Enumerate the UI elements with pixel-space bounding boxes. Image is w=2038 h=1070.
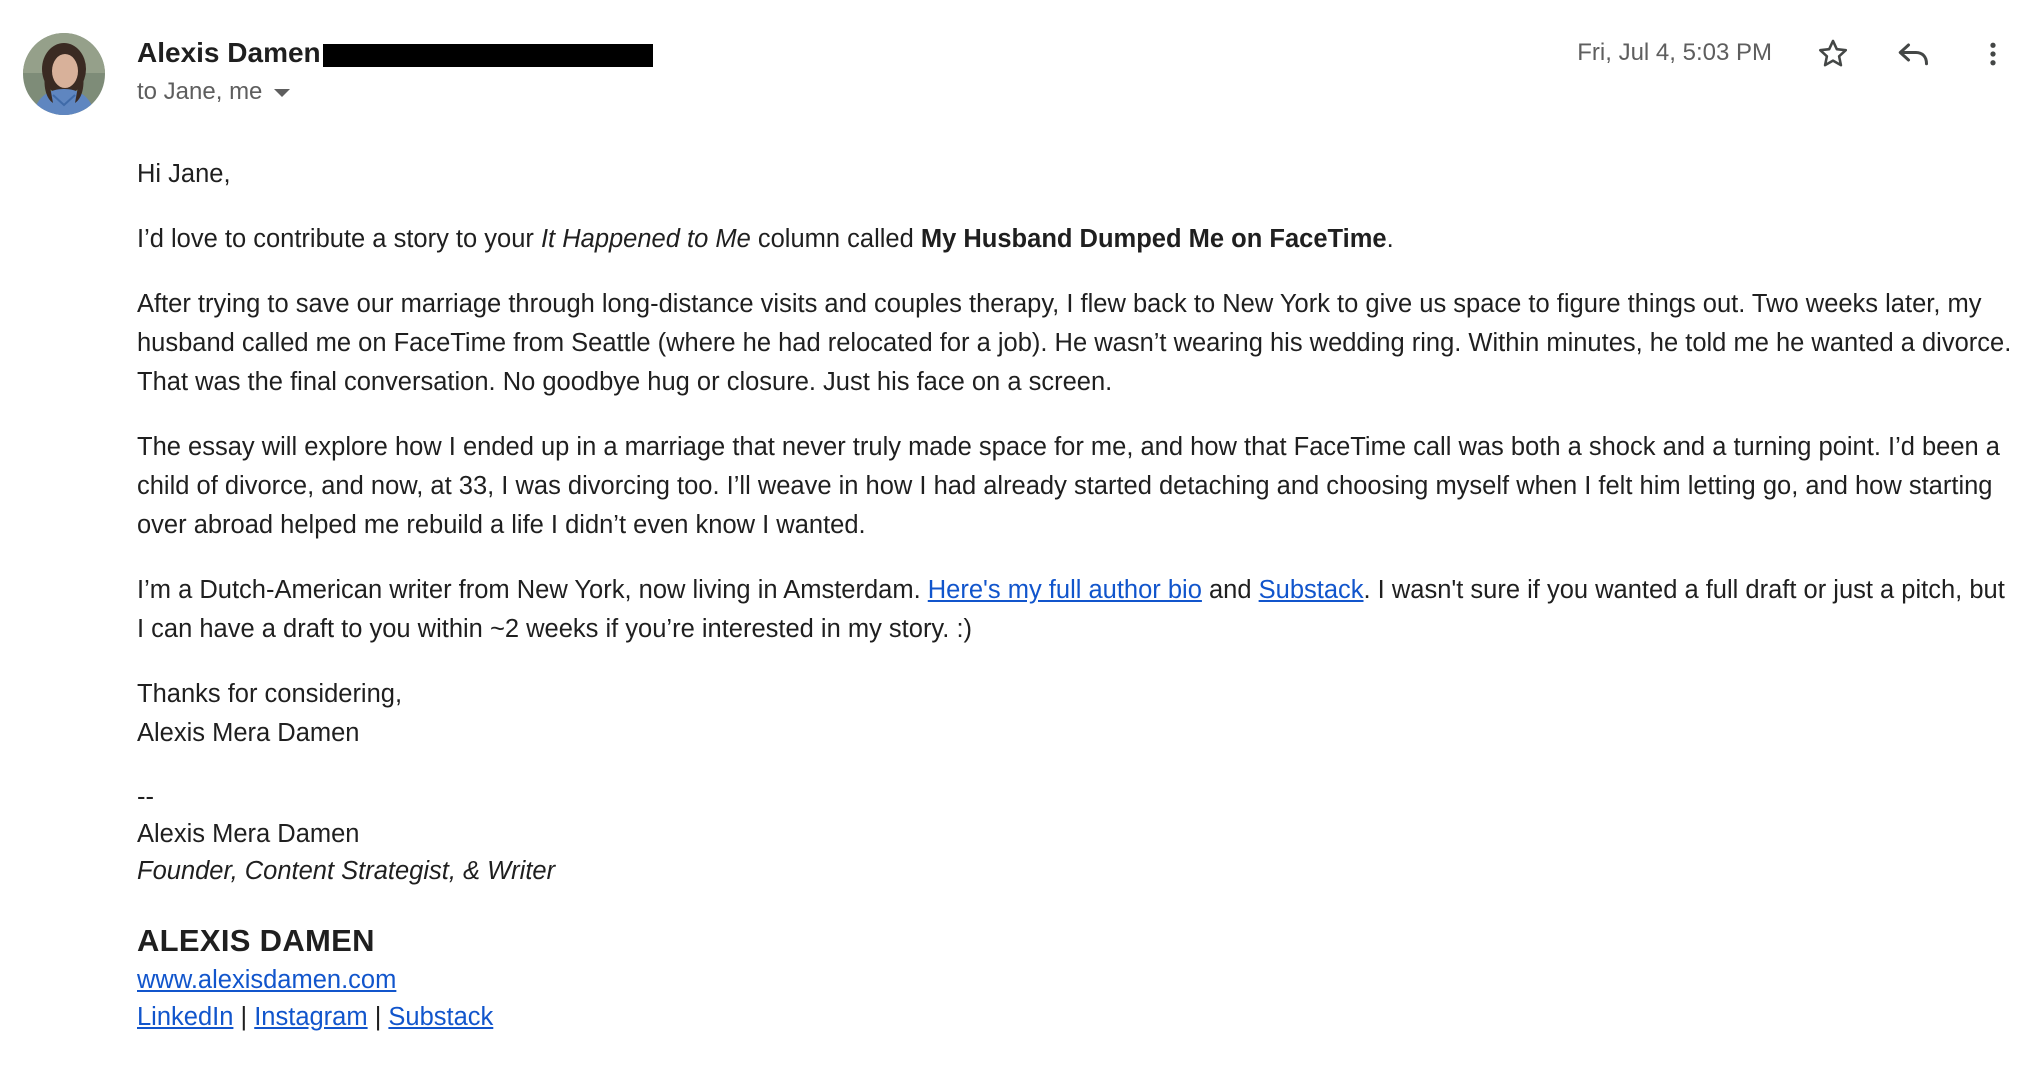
redacted-email-bar	[322, 43, 653, 67]
paragraph-essay: The essay will explore how I ended up in…	[137, 433, 2000, 539]
closing-line: Thanks for considering,	[137, 680, 403, 708]
message-timestamp: Fri, Jul 4, 5:03 PM	[1577, 39, 1772, 66]
more-options-button[interactable]	[1969, 30, 2017, 78]
chevron-down-icon[interactable]	[274, 89, 291, 97]
signature-brand: ALEXIS DAMEN	[137, 923, 375, 958]
star-button[interactable]	[1809, 30, 1857, 78]
signature-substack-link[interactable]: Substack	[388, 1003, 493, 1031]
signature-social-links: LinkedIn | Instagram | Substack	[137, 999, 2017, 1036]
closing-name: Alexis Mera Damen	[137, 719, 360, 747]
signature-role: Founder, Content Strategist, & Writer	[137, 853, 2017, 890]
sender-line: Alexis Damen	[137, 36, 653, 70]
greeting: Hi Jane,	[137, 160, 231, 188]
instagram-link[interactable]: Instagram	[254, 1003, 367, 1031]
paragraph-bio: I’m a Dutch-American writer from New Yor…	[137, 571, 2017, 649]
pitch-text-middle: column called	[750, 225, 921, 253]
recipients-label: to Jane, me	[137, 78, 263, 105]
signature-name: Alexis Mera Damen	[137, 820, 360, 848]
closing: Thanks for considering, Alexis Mera Damen	[137, 675, 2017, 753]
link-separator: |	[367, 1003, 389, 1031]
bio-text-and: and	[1201, 576, 1259, 604]
pitch-text-before: I’d love to contribute a story to your	[137, 225, 541, 253]
column-name: It Happened to Me	[540, 225, 751, 253]
email-signature: -- Alexis Mera Damen Founder, Content St…	[137, 779, 2017, 1036]
reply-icon	[1898, 43, 1928, 66]
more-vert-icon	[1990, 42, 1996, 66]
recipients-toggle[interactable]: to Jane, me	[137, 78, 291, 106]
pitch-text-after: .	[1386, 225, 1394, 253]
signature-separator: --	[137, 783, 154, 811]
avatar-photo	[23, 33, 105, 115]
reply-button[interactable]	[1889, 30, 1937, 78]
message-body: Hi Jane, I’d love to contribute a story …	[137, 155, 2017, 1036]
bio-text-before: I’m a Dutch-American writer from New Yor…	[137, 576, 928, 604]
star-icon	[1818, 39, 1848, 67]
sender-avatar[interactable]	[23, 33, 105, 115]
substack-link[interactable]: Substack	[1259, 576, 1364, 604]
linkedin-link[interactable]: LinkedIn	[137, 1003, 233, 1031]
story-title: My Husband Dumped Me on FaceTime	[920, 225, 1387, 253]
author-bio-link[interactable]: Here's my full author bio	[928, 576, 1202, 604]
sender-name[interactable]: Alexis Damen	[137, 37, 321, 69]
paragraph-pitch: I’d love to contribute a story to your I…	[137, 220, 2017, 259]
paragraph-story: After trying to save our marriage throug…	[137, 290, 2012, 396]
website-link[interactable]: www.alexisdamen.com	[137, 966, 396, 994]
link-separator: |	[233, 1003, 255, 1031]
signature-role-text: Founder, Content Strategist, & Writer	[137, 857, 556, 885]
signature-website-row: www.alexisdamen.com	[137, 962, 2017, 999]
